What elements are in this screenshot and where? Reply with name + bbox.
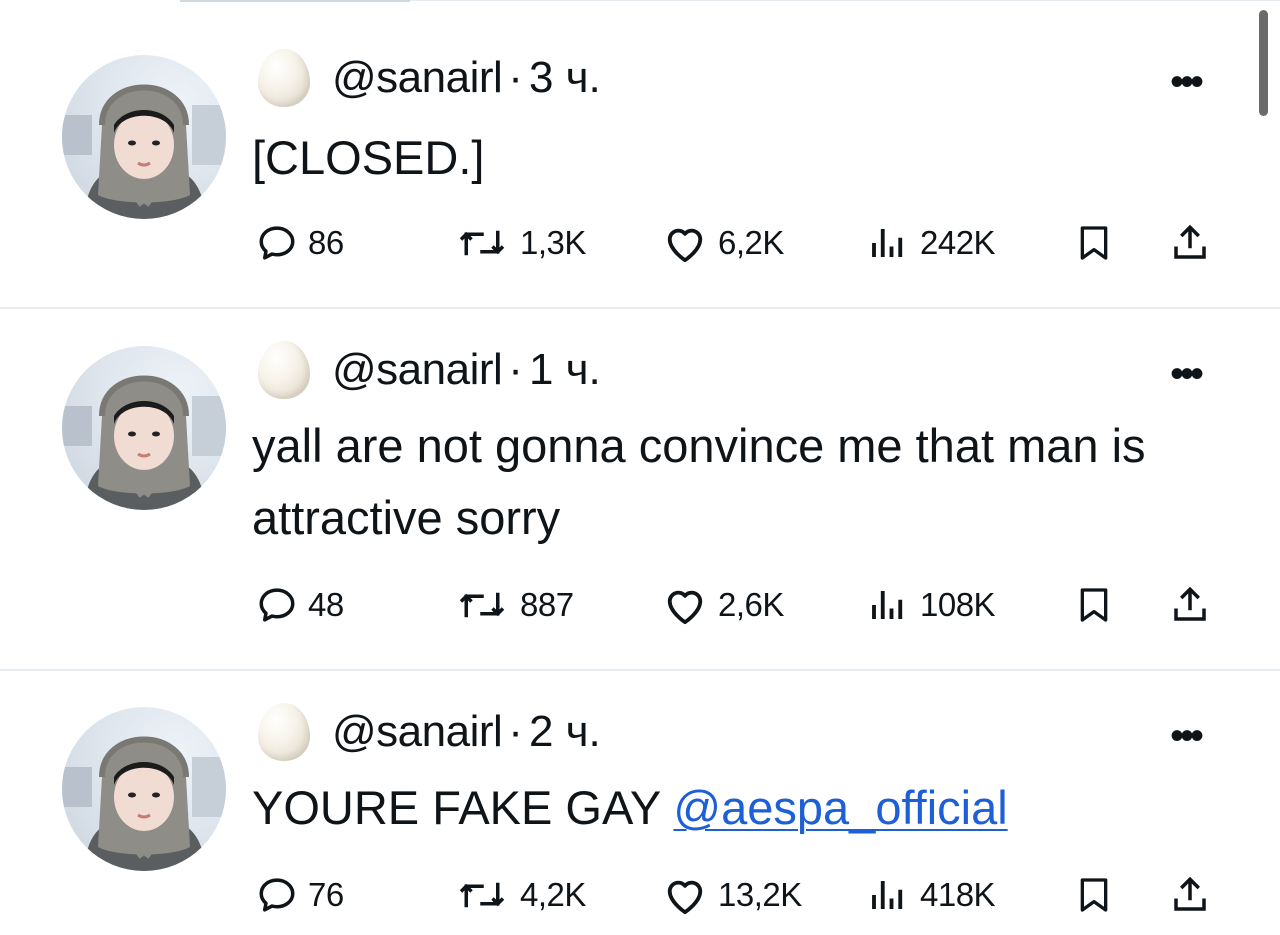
timestamp[interactable]: 2 ч. — [529, 707, 601, 757]
like-icon — [667, 228, 703, 263]
like-icon — [667, 880, 703, 915]
tweet-header: @sanairl · 1 ч. — [258, 340, 601, 400]
share-icon — [1174, 586, 1206, 621]
like-count: 2,6K — [718, 586, 784, 623]
more-options-button[interactable]: ••• — [1170, 716, 1204, 756]
like-count: 6,2K — [718, 224, 784, 261]
reply-button[interactable]: 48 — [256, 580, 344, 630]
retweet-count: 4,2K — [520, 876, 586, 913]
tweet-text-body: yall are not gonna convince me that man … — [252, 419, 1146, 544]
retweet-count: 1,3K — [520, 224, 586, 261]
bookmark-button[interactable] — [1074, 218, 1114, 268]
reply-count: 76 — [308, 876, 344, 913]
views-button[interactable]: 108K — [866, 580, 996, 630]
share-icon — [1174, 876, 1206, 911]
egg-emoji-icon — [258, 341, 310, 399]
more-options-button[interactable]: ••• — [1170, 354, 1204, 394]
views-count: 108K — [920, 586, 996, 623]
tweet-divider — [0, 669, 1280, 671]
views-icon — [872, 229, 903, 257]
like-count: 13,2K — [718, 876, 802, 913]
reply-count: 48 — [308, 586, 344, 623]
timestamp[interactable]: 3 ч. — [529, 53, 601, 103]
avatar[interactable] — [62, 707, 226, 871]
top-border-light — [410, 0, 1280, 1]
views-icon — [872, 881, 903, 909]
avatar-image — [62, 84, 226, 219]
bookmark-button[interactable] — [1074, 580, 1114, 630]
user-handle[interactable]: @sanairl — [332, 53, 503, 103]
bookmark-icon — [1080, 588, 1108, 622]
reply-icon — [259, 226, 295, 260]
more-options-button[interactable]: ••• — [1170, 62, 1204, 102]
share-icon — [1174, 224, 1206, 259]
views-icon — [872, 591, 903, 619]
tweet-text-body: [CLOSED.] — [252, 131, 485, 184]
bookmark-icon — [1080, 226, 1108, 260]
tweet-header: @sanairl · 3 ч. — [258, 48, 601, 108]
tweet-text: [CLOSED.] — [252, 122, 1212, 194]
separator-dot: · — [508, 53, 523, 102]
like-button[interactable]: 6,2K — [662, 218, 784, 268]
reply-icon — [259, 588, 295, 622]
retweet-button[interactable]: 4,2K — [454, 870, 586, 920]
separator-dot: · — [508, 707, 523, 756]
reply-icon — [259, 878, 295, 912]
views-button[interactable]: 418K — [866, 870, 996, 920]
bookmark-button[interactable] — [1074, 870, 1114, 920]
share-button[interactable] — [1168, 870, 1212, 920]
tweet-text: yall are not gonna convince me that man … — [252, 410, 1212, 554]
tweet-header: @sanairl · 2 ч. — [258, 702, 601, 762]
retweet-icon — [459, 882, 505, 908]
like-icon — [667, 590, 703, 625]
egg-emoji-icon — [258, 703, 310, 761]
tweet-actions: 48 887 2,6K 108K — [0, 580, 1280, 630]
views-button[interactable]: 242K — [866, 218, 996, 268]
like-button[interactable]: 2,6K — [662, 580, 784, 630]
reply-count: 86 — [308, 224, 344, 261]
user-handle[interactable]: @sanairl — [332, 345, 503, 395]
views-count: 418K — [920, 876, 996, 913]
user-handle[interactable]: @sanairl — [332, 707, 503, 757]
tweet-divider — [0, 307, 1280, 309]
avatar[interactable] — [62, 55, 226, 219]
tweet-actions: 86 1,3K 6,2K 242K — [0, 218, 1280, 268]
reply-button[interactable]: 76 — [256, 870, 344, 920]
egg-emoji-icon — [258, 49, 310, 107]
timestamp[interactable]: 1 ч. — [529, 345, 601, 395]
retweet-count: 887 — [520, 586, 574, 623]
avatar[interactable] — [62, 346, 226, 510]
retweet-icon — [459, 230, 505, 256]
retweet-icon — [459, 592, 505, 618]
retweet-button[interactable]: 887 — [454, 580, 574, 630]
mention-link[interactable]: @aespa_official — [673, 781, 1007, 834]
separator-dot: · — [508, 345, 523, 394]
top-border — [180, 0, 410, 2]
share-button[interactable] — [1168, 580, 1212, 630]
tweet-text-body: YOURE FAKE GAY — [252, 781, 674, 834]
like-button[interactable]: 13,2K — [662, 870, 802, 920]
tweet-actions: 76 4,2K 13,2K 418K — [0, 870, 1280, 920]
views-count: 242K — [920, 224, 996, 261]
retweet-button[interactable]: 1,3K — [454, 218, 586, 268]
reply-button[interactable]: 86 — [256, 218, 344, 268]
tweet-text: YOURE FAKE GAY @aespa_official — [252, 772, 1212, 844]
avatar-image — [62, 375, 226, 510]
avatar-image — [62, 736, 226, 871]
share-button[interactable] — [1168, 218, 1212, 268]
bookmark-icon — [1080, 878, 1108, 912]
scrollbar[interactable] — [1259, 10, 1268, 116]
